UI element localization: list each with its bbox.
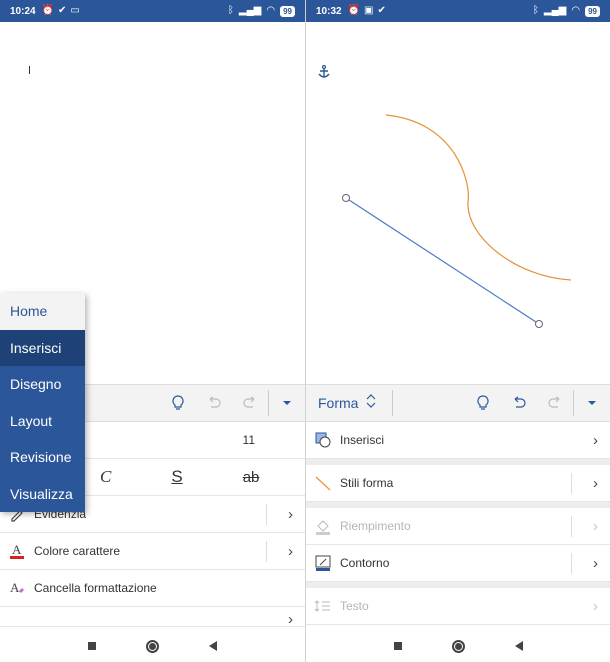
clear-formatting-row[interactable]: A Cancella formattazione bbox=[0, 570, 305, 607]
menu-item-disegno[interactable]: Disegno bbox=[0, 366, 85, 403]
paragraph-row[interactable]: › bbox=[0, 607, 305, 627]
android-nav-bar bbox=[0, 630, 305, 662]
clear-formatting-label: Cancella formattazione bbox=[34, 581, 157, 595]
check-icon: ✔ bbox=[58, 5, 67, 16]
underline-button[interactable]: S bbox=[171, 467, 182, 487]
fill-row[interactable]: Riempimento › bbox=[306, 508, 610, 545]
status-bar: 10:32 ⏰ ▣ ✔ ᛒ ▂▄▆ ◠ 99 bbox=[306, 0, 610, 22]
shapes-icon bbox=[306, 431, 340, 449]
pen-outline-icon bbox=[306, 554, 340, 572]
strikethrough-button[interactable]: ab bbox=[243, 469, 260, 486]
svg-text:A: A bbox=[12, 542, 22, 557]
row-divider bbox=[266, 504, 267, 525]
ribbon-toolbar: Forma bbox=[306, 384, 610, 422]
lightbulb-icon[interactable] bbox=[465, 385, 501, 421]
chevron-right-icon: › bbox=[593, 597, 598, 615]
menu-item-visualizza[interactable]: Visualizza bbox=[0, 476, 85, 513]
right-screen: 10:32 ⏰ ▣ ✔ ᛒ ▂▄▆ ◠ 99 Forma Inserisci ›… bbox=[305, 0, 610, 662]
redo-icon[interactable] bbox=[537, 385, 573, 421]
status-time: 10:24 bbox=[10, 5, 36, 17]
row-divider bbox=[571, 473, 572, 494]
svg-text:A: A bbox=[10, 580, 20, 595]
menu-item-inserisci[interactable]: Inserisci bbox=[0, 329, 85, 366]
clear-formatting-icon: A bbox=[0, 579, 34, 597]
drawing-canvas bbox=[318, 64, 572, 328]
alarm-icon: ⏰ bbox=[347, 5, 361, 16]
outline-label: Contorno bbox=[340, 556, 390, 570]
back-button[interactable] bbox=[514, 641, 523, 651]
paint-bucket-icon bbox=[306, 517, 340, 535]
line-end-handle[interactable] bbox=[535, 320, 543, 328]
laptop-icon: ▭ bbox=[70, 5, 80, 16]
shape-styles-label: Stili forma bbox=[340, 476, 394, 490]
text-align-icon bbox=[306, 597, 340, 615]
text-label: Testo bbox=[340, 599, 369, 613]
menu-item-revisione[interactable]: Revisione bbox=[0, 439, 85, 476]
text-row[interactable]: Testo › bbox=[306, 588, 610, 625]
wifi-icon: ◠ bbox=[266, 5, 276, 16]
recents-button[interactable] bbox=[393, 642, 402, 650]
ribbon-tab-menu: Home Inserisci Disegno Layout Revisione … bbox=[0, 293, 85, 512]
collapse-ribbon-icon[interactable] bbox=[269, 385, 305, 421]
italic-button[interactable]: C bbox=[100, 467, 111, 487]
insert-shape-label: Inserisci bbox=[340, 433, 385, 447]
redo-icon[interactable] bbox=[232, 385, 268, 421]
alarm-icon: ⏰ bbox=[41, 5, 55, 16]
anchor-icon bbox=[318, 64, 330, 78]
signal-icon: ▂▄▆ bbox=[238, 5, 262, 16]
left-screen: 10:24 ⏰ ✔ ▭ ᛒ ▂▄▆ ◠ 99 11 C S ab Evidenz… bbox=[0, 0, 305, 662]
font-color-row[interactable]: A Colore carattere › bbox=[0, 533, 305, 570]
android-nav-bar bbox=[306, 630, 610, 662]
chevron-right-icon: › bbox=[288, 505, 293, 523]
ribbon-tab-label[interactable]: Forma bbox=[306, 395, 358, 411]
undo-icon[interactable] bbox=[196, 385, 232, 421]
menu-item-home[interactable]: Home bbox=[0, 293, 85, 330]
font-size-value: 11 bbox=[242, 433, 255, 447]
row-divider bbox=[266, 541, 267, 562]
undo-icon[interactable] bbox=[501, 385, 537, 421]
check-icon: ✔ bbox=[377, 5, 386, 16]
font-color-icon: A bbox=[0, 542, 34, 560]
outline-row[interactable]: Contorno › bbox=[306, 545, 610, 582]
collapse-ribbon-icon[interactable] bbox=[574, 385, 610, 421]
home-button[interactable] bbox=[146, 639, 159, 653]
chevron-right-icon: › bbox=[288, 542, 293, 560]
wifi-icon: ◠ bbox=[571, 5, 581, 16]
status-time: 10:32 bbox=[316, 5, 342, 17]
shape-style-icon bbox=[306, 474, 340, 492]
home-button[interactable] bbox=[451, 639, 465, 653]
row-divider bbox=[571, 553, 572, 574]
back-button[interactable] bbox=[209, 641, 217, 651]
insert-shape-row[interactable]: Inserisci › bbox=[306, 422, 610, 459]
shape-styles-row[interactable]: Stili forma › bbox=[306, 465, 610, 502]
chevron-right-icon: › bbox=[593, 431, 598, 449]
battery-icon: 99 bbox=[280, 5, 295, 17]
bluetooth-icon: ᛒ bbox=[227, 5, 234, 16]
status-bar: 10:24 ⏰ ✔ ▭ ᛒ ▂▄▆ ◠ 99 bbox=[0, 0, 305, 22]
chevron-right-icon: › bbox=[288, 611, 293, 627]
shape-panel: Inserisci › Stili forma › Riempimento › … bbox=[306, 422, 610, 630]
row-divider bbox=[571, 516, 572, 537]
chevron-right-icon: › bbox=[593, 554, 598, 572]
document-canvas[interactable] bbox=[306, 22, 610, 384]
font-color-label: Colore carattere bbox=[34, 544, 121, 558]
battery-icon: 99 bbox=[585, 5, 600, 17]
chevron-right-icon: › bbox=[593, 474, 598, 492]
signal-icon: ▂▄▆ bbox=[543, 5, 567, 16]
recents-button[interactable] bbox=[88, 642, 96, 650]
menu-item-layout[interactable]: Layout bbox=[0, 403, 85, 440]
line-start-handle[interactable] bbox=[342, 194, 350, 202]
text-cursor bbox=[29, 66, 30, 74]
updown-chevron-icon[interactable] bbox=[366, 393, 376, 413]
toolbar-divider bbox=[392, 390, 394, 416]
orange-curve-shape[interactable] bbox=[385, 114, 572, 281]
bluetooth-icon: ᛒ bbox=[532, 5, 539, 16]
fill-label: Riempimento bbox=[340, 519, 411, 533]
lightbulb-icon[interactable] bbox=[160, 385, 196, 421]
calendar-icon: ▣ bbox=[364, 5, 374, 16]
chevron-right-icon: › bbox=[593, 517, 598, 535]
